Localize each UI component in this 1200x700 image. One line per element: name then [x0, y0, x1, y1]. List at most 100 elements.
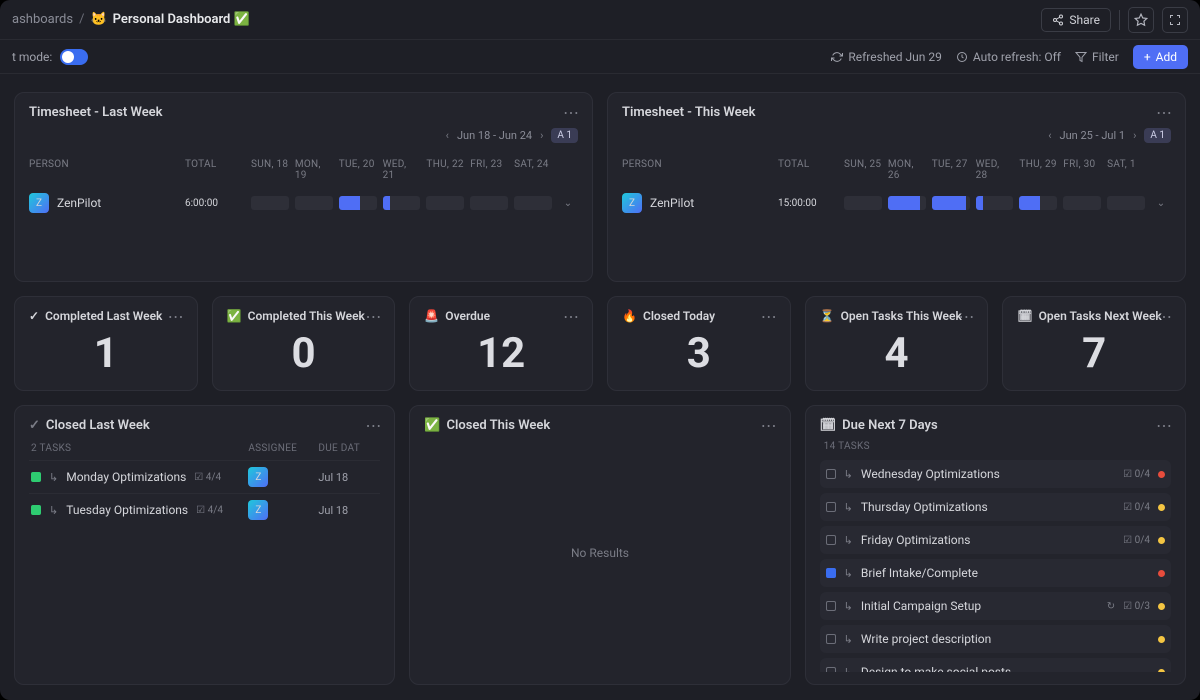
- card-menu-button[interactable]: ⋯: [563, 307, 580, 326]
- table-row[interactable]: Z ZenPilot 6:00:00 ⌄: [29, 187, 578, 219]
- header-actions: Share: [1041, 7, 1188, 33]
- card-menu-button[interactable]: ⋯: [365, 307, 382, 326]
- prev-week-button[interactable]: ‹: [1048, 129, 1051, 142]
- list-item[interactable]: ↳ Brief Intake/Complete: [820, 559, 1171, 587]
- day-bar: [339, 196, 377, 210]
- next-week-button[interactable]: ›: [540, 129, 543, 142]
- breadcrumb-parent[interactable]: ashboards: [12, 12, 73, 27]
- card-title: 🔥 Closed Today: [622, 309, 776, 323]
- list-item[interactable]: ↳ Write project description: [820, 625, 1171, 653]
- card-menu-button[interactable]: ⋯: [1156, 103, 1173, 122]
- date-range[interactable]: Jun 18 - Jun 24: [457, 129, 532, 142]
- status-square-icon: [826, 568, 836, 578]
- card-timesheet-last-week: Timesheet - Last Week ⋯ ‹ Jun 18 - Jun 2…: [14, 92, 593, 282]
- kpi-card[interactable]: ⏳ Open Tasks This Week ⋯ 4: [805, 296, 989, 391]
- subtask-count: ☑ 0/4: [1123, 469, 1150, 480]
- col-day: TUE, 20: [339, 159, 377, 181]
- refreshed-status[interactable]: Refreshed Jun 29: [831, 50, 942, 64]
- person-name: ZenPilot: [650, 196, 694, 210]
- plus-icon: +: [1144, 50, 1151, 64]
- share-button[interactable]: Share: [1041, 8, 1111, 32]
- card-menu-button[interactable]: ⋯: [1156, 307, 1173, 326]
- card-menu-button[interactable]: ⋯: [168, 307, 185, 326]
- status-square-icon: [31, 472, 41, 482]
- list-item[interactable]: ↳ Wednesday Optimizations ☑ 0/4: [820, 460, 1171, 488]
- card-menu-button[interactable]: ⋯: [563, 103, 580, 122]
- subtask-count: ☑ 4/4: [194, 472, 221, 483]
- day-bar: [1107, 196, 1145, 210]
- col-person: PERSON: [29, 159, 179, 181]
- day-bar: [295, 196, 333, 210]
- card-title: 🗓 Due Next 7 Days: [820, 418, 1171, 433]
- kpi-card[interactable]: 🔥 Closed Today ⋯ 3: [607, 296, 791, 391]
- task-title: Tuesday Optimizations: [66, 503, 188, 517]
- list-item[interactable]: ↳ Initial Campaign Setup ↻ ☑ 0/3: [820, 592, 1171, 620]
- priority-dot-icon: [1158, 636, 1165, 643]
- task-title: Initial Campaign Setup: [861, 599, 1099, 613]
- avatar-icon: Z: [29, 193, 49, 213]
- star-icon: [1134, 13, 1148, 27]
- priority-dot-icon: [1158, 471, 1165, 478]
- col-day: FRI, 30: [1063, 159, 1101, 181]
- card-title: ✅ Completed This Week: [227, 309, 381, 323]
- table-row[interactable]: Z ZenPilot 15:00:00 ⌄: [622, 187, 1171, 219]
- status-square-icon: [826, 535, 836, 545]
- due-date: Jul 18: [318, 504, 378, 517]
- status-square-icon: [826, 469, 836, 479]
- kpi-icon: 🚨: [424, 309, 439, 323]
- add-button[interactable]: + Add: [1133, 45, 1188, 69]
- expand-icon: [1169, 14, 1181, 26]
- card-menu-button[interactable]: ⋯: [958, 307, 975, 326]
- subtask-icon: ↳: [49, 471, 58, 484]
- subtask-icon: ↳: [844, 501, 853, 514]
- priority-dot-icon: [1158, 669, 1165, 673]
- kpi-value: 1: [29, 329, 183, 378]
- subtask-count: ☑ 0/4: [1123, 502, 1150, 513]
- kpi-value: 12: [424, 329, 578, 378]
- subtask-count: ☑ 0/3: [1123, 601, 1150, 612]
- assignee-badge[interactable]: A 1: [1144, 128, 1171, 143]
- total-cell: 6:00:00: [185, 198, 245, 209]
- list-item[interactable]: ↳ Tuesday Optimizations ☑ 4/4 Z Jul 18: [29, 493, 380, 526]
- list-item[interactable]: ↳ Design to make social posts: [820, 658, 1171, 672]
- task-name: ↳ Monday Optimizations ☑ 4/4: [31, 470, 248, 484]
- card-menu-button[interactable]: ⋯: [761, 307, 778, 326]
- list-item[interactable]: ↳ Friday Optimizations ☑ 0/4: [820, 526, 1171, 554]
- list-item[interactable]: ↳ Monday Optimizations ☑ 4/4 Z Jul 18: [29, 460, 380, 493]
- col-day: WED, 21: [383, 159, 421, 181]
- tasks-count-label: 14 TASKS: [820, 433, 1171, 456]
- breadcrumb-emoji-icon: 🐱: [90, 12, 106, 27]
- col-day: FRI, 23: [470, 159, 508, 181]
- auto-refresh-toggle[interactable]: Auto refresh: Off: [956, 50, 1061, 64]
- next-week-button[interactable]: ›: [1133, 129, 1136, 142]
- date-range[interactable]: Jun 25 - Jul 1: [1060, 129, 1126, 142]
- kpi-card[interactable]: 🗓 Open Tasks Next Week ⋯ 7: [1002, 296, 1186, 391]
- due-task-list[interactable]: ↳ Wednesday Optimizations ☑ 0/4 ↳ Thursd…: [820, 460, 1171, 672]
- card-title: Timesheet - This Week: [622, 105, 1171, 120]
- list-item[interactable]: ↳ Thursday Optimizations ☑ 0/4: [820, 493, 1171, 521]
- card-menu-button[interactable]: ⋯: [1156, 416, 1173, 435]
- col-day: THU, 22: [426, 159, 464, 181]
- expand-row-button[interactable]: ⌄: [558, 198, 578, 209]
- toolbar-left: t mode:: [12, 49, 88, 65]
- breadcrumb-current[interactable]: Personal Dashboard ✅: [113, 12, 250, 27]
- day-bar: [514, 196, 552, 210]
- star-button[interactable]: [1128, 7, 1154, 33]
- breadcrumb-bar: ashboards / 🐱 Personal Dashboard ✅ Share: [0, 0, 1200, 40]
- day-bar: [976, 196, 1014, 210]
- expand-button[interactable]: [1162, 7, 1188, 33]
- card-menu-button[interactable]: ⋯: [761, 416, 778, 435]
- assignee-badge[interactable]: A 1: [551, 128, 578, 143]
- expand-row-button[interactable]: ⌄: [1151, 198, 1171, 209]
- total-cell: 15:00:00: [778, 198, 838, 209]
- check-icon: ✓: [29, 418, 40, 433]
- filter-button[interactable]: Filter: [1075, 50, 1119, 64]
- breadcrumb: ashboards / 🐱 Personal Dashboard ✅: [12, 12, 250, 27]
- kpi-card[interactable]: ✅ Completed This Week ⋯ 0: [212, 296, 396, 391]
- kpi-card[interactable]: 🚨 Overdue ⋯ 12: [409, 296, 593, 391]
- prev-week-button[interactable]: ‹: [446, 129, 449, 142]
- status-square-icon: [826, 502, 836, 512]
- card-menu-button[interactable]: ⋯: [365, 416, 382, 435]
- kpi-card[interactable]: ✓ Completed Last Week ⋯ 1: [14, 296, 198, 391]
- edit-mode-toggle[interactable]: [60, 49, 88, 65]
